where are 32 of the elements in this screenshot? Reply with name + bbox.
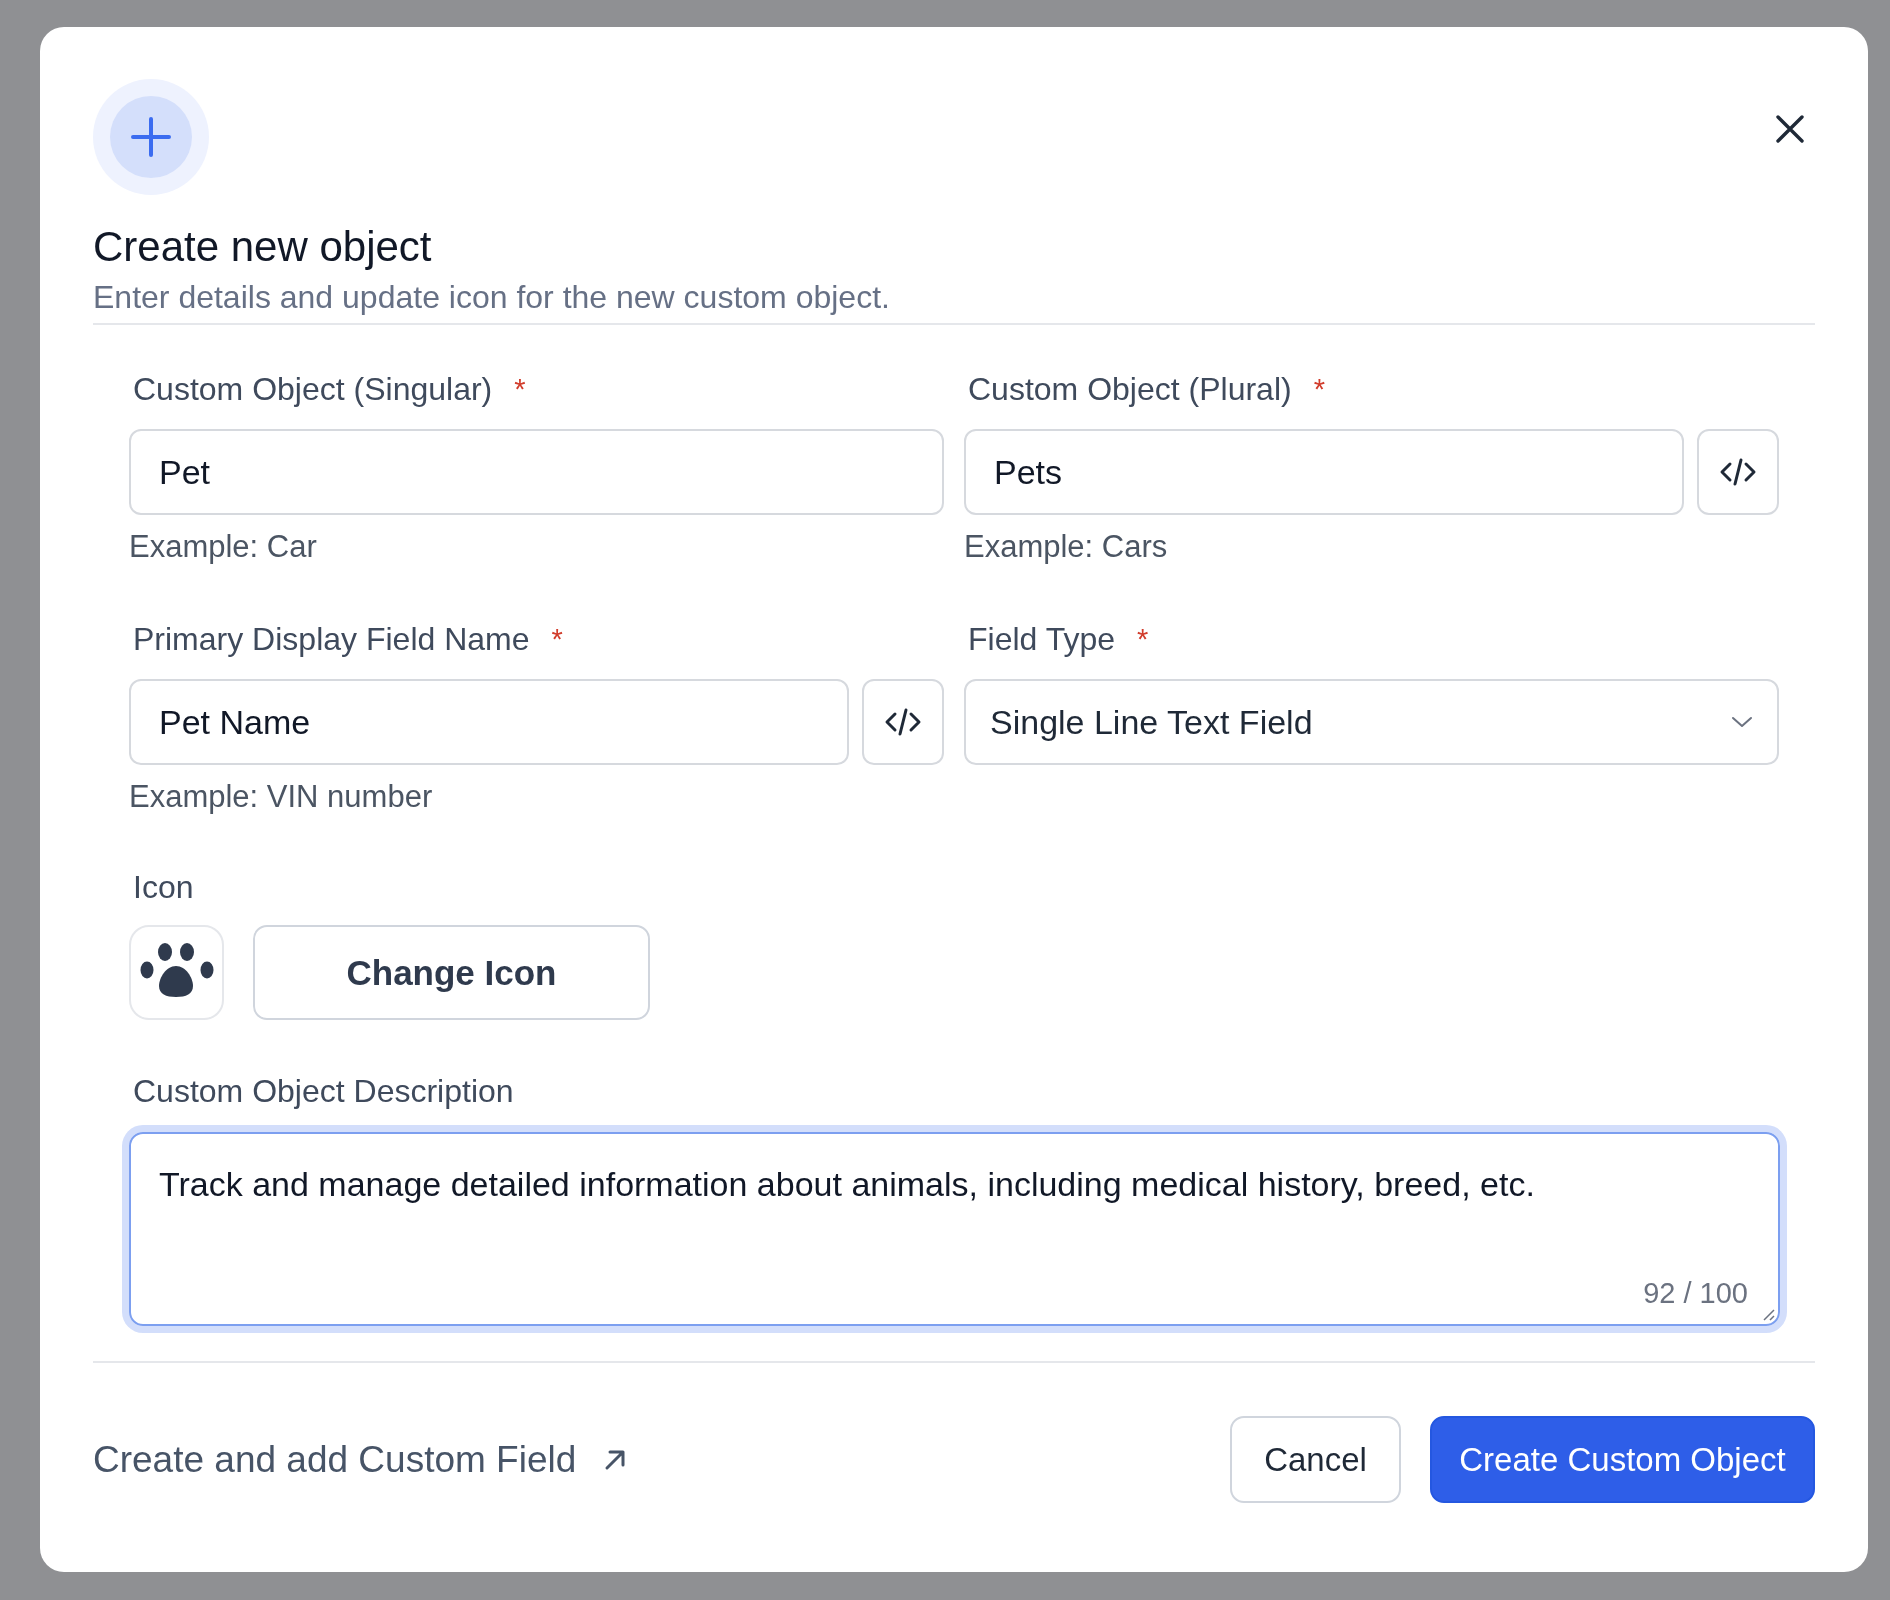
field-label: Field Type bbox=[968, 620, 1116, 659]
resize-grip-icon bbox=[1761, 1307, 1775, 1321]
code-icon bbox=[884, 706, 922, 738]
field-label: Custom Object (Singular) bbox=[133, 370, 493, 409]
field-hint: Example: Cars bbox=[964, 528, 1169, 566]
code-icon bbox=[1719, 456, 1757, 488]
code-button[interactable] bbox=[862, 679, 944, 765]
field-hint: Example: VIN number bbox=[129, 778, 434, 816]
dialog-title: Create new object bbox=[93, 223, 433, 271]
text-field[interactable]: Pets bbox=[964, 429, 1684, 515]
plus-icon bbox=[93, 79, 209, 195]
description-label: Custom Object Description bbox=[132, 1072, 515, 1111]
code-button[interactable] bbox=[1697, 429, 1779, 515]
dialog-subtitle: Enter details and update icon for the new custom object. bbox=[93, 278, 891, 317]
field-hint: Example: Car bbox=[129, 528, 318, 566]
chevron-down-icon bbox=[1731, 716, 1753, 728]
character-counter: 92 / 100 bbox=[1643, 1277, 1748, 1310]
create-custom-object-button[interactable]: Create Custom Object bbox=[1430, 1416, 1815, 1503]
text-field[interactable]: Pet Name bbox=[129, 679, 849, 765]
required-asterisk: * bbox=[514, 372, 526, 407]
field-type-dropdown[interactable]: Single Line Text Field bbox=[964, 679, 1779, 765]
required-asterisk: * bbox=[1313, 372, 1325, 407]
required-asterisk: * bbox=[1137, 622, 1149, 657]
create-custom-field-link[interactable]: Create and add Custom Field bbox=[93, 1438, 629, 1481]
field-label: Custom Object (Plural) bbox=[968, 370, 1292, 409]
required-asterisk: * bbox=[551, 622, 563, 657]
field-label: Primary Display Field Name bbox=[133, 620, 530, 659]
icon-label: Icon bbox=[132, 868, 195, 907]
close-button[interactable] bbox=[1775, 114, 1805, 144]
cancel-button[interactable]: Cancel bbox=[1230, 1416, 1401, 1503]
text-field[interactable]: Pet bbox=[129, 429, 944, 515]
change-icon-button[interactable]: Change Icon bbox=[253, 925, 650, 1020]
